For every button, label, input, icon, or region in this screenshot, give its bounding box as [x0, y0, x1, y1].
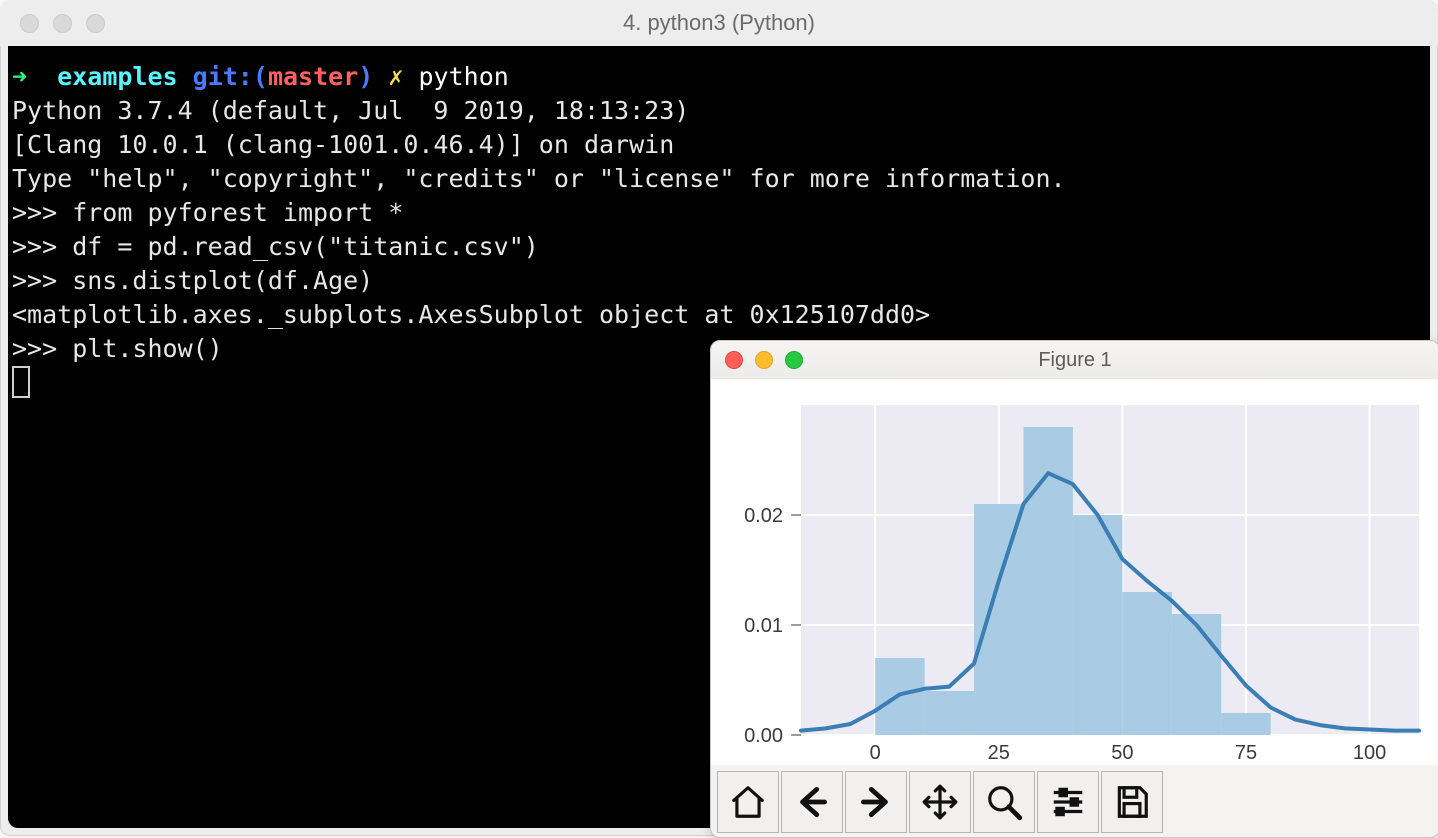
terminal-line: >>> sns.distplot(df.Age)	[12, 264, 1426, 298]
svg-text:50: 50	[1111, 742, 1133, 764]
terminal-line: Type "help", "copyright", "credits" or "…	[12, 162, 1426, 196]
svg-text:75: 75	[1235, 742, 1257, 764]
svg-text:0.00: 0.00	[744, 725, 783, 747]
terminal-line: >>> from pyforest import *	[12, 196, 1426, 230]
pan-button[interactable]	[909, 771, 971, 833]
chart-svg: 0 25 50 75 100 0.00 0.01 0.02	[711, 379, 1438, 765]
sliders-icon	[1049, 783, 1087, 821]
prompt-dirty-icon: ✗	[388, 62, 403, 91]
magnifier-icon	[985, 783, 1023, 821]
svg-text:0.01: 0.01	[744, 615, 783, 637]
svg-text:25: 25	[988, 742, 1010, 764]
prompt-line: ➜ examples git:(master) ✗ python	[12, 60, 1426, 94]
terminal-line: <matplotlib.axes._subplots.AxesSubplot o…	[12, 298, 1426, 332]
cursor-icon	[12, 366, 30, 398]
figure-window[interactable]: Figure 1 0 25 50 75 100 0.00 0.01 0.02	[710, 340, 1438, 838]
home-icon	[729, 783, 767, 821]
svg-text:100: 100	[1353, 742, 1386, 764]
terminal-title: 4. python3 (Python)	[0, 10, 1438, 36]
move-icon	[921, 783, 959, 821]
figure-toolbar	[717, 771, 1163, 831]
figure-titlebar[interactable]: Figure 1	[711, 341, 1438, 380]
save-button[interactable]	[1101, 771, 1163, 833]
prompt-command: python	[419, 62, 509, 91]
prompt-lparen: (	[253, 62, 268, 91]
back-button[interactable]	[781, 771, 843, 833]
arrow-left-icon	[793, 783, 831, 821]
prompt-branch: master	[268, 62, 358, 91]
configure-button[interactable]	[1037, 771, 1099, 833]
forward-button[interactable]	[845, 771, 907, 833]
figure-canvas[interactable]: 0 25 50 75 100 0.00 0.01 0.02	[711, 379, 1438, 765]
svg-text:0: 0	[870, 742, 881, 764]
terminal-line: [Clang 10.0.1 (clang-1001.0.46.4)] on da…	[12, 128, 1426, 162]
svg-text:0.02: 0.02	[744, 505, 783, 527]
terminal-line: >>> df = pd.read_csv("titanic.csv")	[12, 230, 1426, 264]
arrow-right-icon	[857, 783, 895, 821]
figure-title: Figure 1	[711, 349, 1438, 372]
zoom-button[interactable]	[973, 771, 1035, 833]
prompt-git-label: git:	[193, 62, 253, 91]
terminal-titlebar[interactable]: 4. python3 (Python)	[0, 0, 1438, 46]
save-icon	[1113, 783, 1151, 821]
home-button[interactable]	[717, 771, 779, 833]
prompt-arrow-icon: ➜	[12, 62, 27, 91]
prompt-rparen: )	[358, 62, 373, 91]
terminal-line: Python 3.7.4 (default, Jul 9 2019, 18:13…	[12, 94, 1426, 128]
prompt-dir: examples	[57, 62, 177, 91]
